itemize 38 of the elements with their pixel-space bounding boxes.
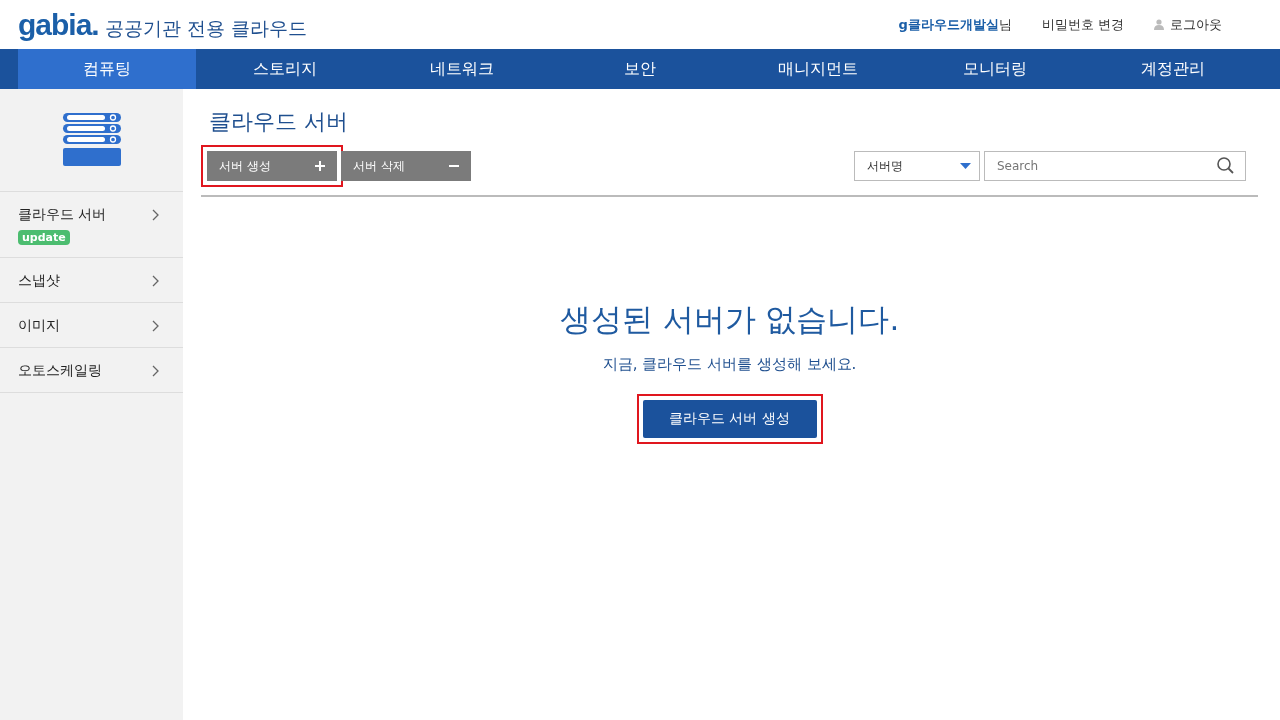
plus-icon [315, 161, 325, 171]
chevron-right-icon [152, 275, 159, 287]
chevron-right-icon [152, 365, 159, 377]
sidebar-item[interactable]: 오토스케일링 [0, 348, 183, 393]
toolbar-button[interactable]: 서버 생성 [207, 151, 337, 181]
create-server-button[interactable]: 클라우드 서버 생성 [642, 400, 817, 438]
toolbar-button[interactable]: 서버 삭제 [341, 151, 471, 181]
filter-dropdown[interactable]: 서버명 [854, 151, 980, 181]
sidebar-item[interactable]: 클라우드 서버 update [0, 192, 183, 258]
update-badge: update [18, 230, 70, 245]
nav-tab[interactable]: 매니지먼트 [728, 49, 907, 89]
sidebar-item-label: 스냅샷 [18, 272, 60, 290]
nav-tab[interactable]: 모니터링 [906, 49, 1085, 89]
chevron-right-icon [152, 209, 159, 221]
search-field[interactable]: Search [984, 151, 1246, 181]
page-title: 클라우드 서버 [209, 108, 349, 136]
caret-down-icon [960, 163, 971, 169]
header-link[interactable]: 로그아웃 [1154, 15, 1222, 34]
server-stack-icon [61, 112, 122, 168]
empty-heading: 생성된 서버가 없습니다. [559, 300, 900, 339]
logo[interactable]: gabia. [18, 7, 99, 42]
sidebar-item-label: 이미지 [18, 317, 60, 335]
sidebar-item-label: 오토스케일링 [18, 362, 102, 380]
person-icon [1154, 19, 1164, 30]
site-subtitle: 공공기관 전용 클라우드 [104, 15, 307, 41]
sidebar-item[interactable]: 이미지 [0, 303, 183, 348]
search-icon [1217, 157, 1234, 174]
nav-tab[interactable]: 보안 [551, 49, 729, 89]
sidebar-item[interactable]: 스냅샷 [0, 258, 183, 303]
sidebar-item-label: 클라우드 서버 [18, 206, 107, 224]
header-link[interactable]: 비밀번호 변경 [1041, 15, 1124, 34]
nav-tab[interactable]: 컴퓨팅 [18, 49, 196, 89]
nav-tab[interactable]: 스토리지 [195, 49, 374, 89]
chevron-right-icon [152, 320, 159, 332]
nav-tab[interactable]: 계정관리 [1084, 49, 1263, 89]
user-greeting: g클라우드개발실님 [898, 15, 1012, 34]
nav-tab[interactable]: 네트워크 [373, 49, 552, 89]
empty-message: 지금, 클라우드 서버를 생성해 보세요. [602, 355, 857, 374]
